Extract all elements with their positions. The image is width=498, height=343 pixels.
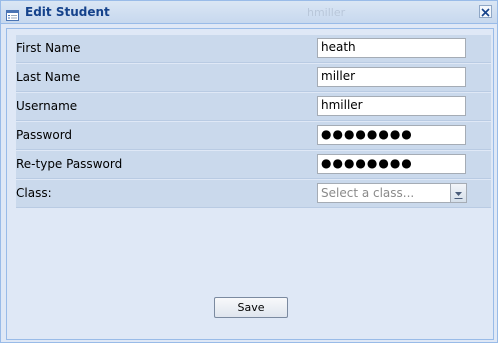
dropdown-trigger-icon xyxy=(451,187,466,206)
username-label: Username xyxy=(16,99,78,113)
close-button[interactable] xyxy=(479,5,492,18)
password-label: Password xyxy=(16,128,73,142)
first-name-label: First Name xyxy=(16,41,81,55)
retype-password-field[interactable]: ●●●●●●●● xyxy=(317,154,466,174)
window-subtitle: hmiller xyxy=(307,6,346,19)
password-field[interactable]: ●●●●●●●● xyxy=(317,125,466,145)
window-titlebar[interactable]: Edit Student hmiller xyxy=(1,1,497,24)
window-title: Edit Student xyxy=(25,5,110,19)
class-label: Class: xyxy=(16,186,52,200)
retype-password-label: Re-type Password xyxy=(16,157,123,171)
edit-student-window: Edit Student hmiller First Name heath La… xyxy=(0,0,498,343)
form-row-password: Password ●●●●●●●● xyxy=(16,122,491,150)
username-field[interactable]: hmiller xyxy=(317,96,466,116)
form-row-first-name: First Name heath xyxy=(16,35,491,63)
form-window-icon xyxy=(6,6,19,21)
class-dropdown-trigger[interactable] xyxy=(450,183,467,203)
form-row-class: Class: Select a class... xyxy=(16,180,491,208)
save-button[interactable]: Save xyxy=(214,297,288,318)
student-form: First Name heath Last Name miller Userna… xyxy=(16,35,491,209)
last-name-field[interactable]: miller xyxy=(317,67,466,87)
class-select[interactable]: Select a class... xyxy=(317,183,467,203)
window-body: First Name heath Last Name miller Userna… xyxy=(6,28,494,340)
class-select-placeholder: Select a class... xyxy=(321,186,415,200)
form-row-last-name: Last Name miller xyxy=(16,64,491,92)
last-name-label: Last Name xyxy=(16,70,81,84)
form-row-retype-password: Re-type Password ●●●●●●●● xyxy=(16,151,491,179)
first-name-field[interactable]: heath xyxy=(317,38,466,58)
close-icon xyxy=(481,2,490,21)
form-row-username: Username hmiller xyxy=(16,93,491,121)
